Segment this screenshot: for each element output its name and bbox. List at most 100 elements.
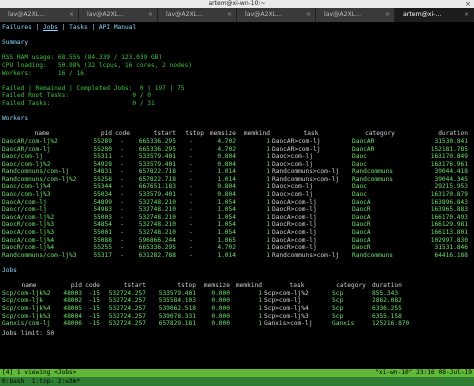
window-list[interactable]: 0:bash 1:top- 2:w3m*: [0, 377, 474, 386]
table-cell: 533579.401: [138, 153, 176, 161]
table-cell: 1: [266, 145, 270, 153]
close-icon[interactable]: ×: [465, 0, 471, 8]
table-row[interactable]: Ganxis/com-lj 48006 -15 532724.257 657829.18…: [2, 320, 470, 328]
col-header: memkind: [243, 130, 270, 138]
table-cell: 4.702: [217, 137, 236, 145]
tab-4[interactable]: lav@A2XL... ×: [237, 8, 316, 22]
table-row[interactable]: DaocA/com-lj%2 55003-532748.210-1.054 1 Dao…: [2, 214, 470, 222]
tab-6-active[interactable]: artem@xi-... ×: [395, 8, 474, 22]
table-cell: DaocAR/com-lj%2: [2, 137, 58, 145]
table-cell: Ganxis/com-lj: [2, 320, 51, 328]
table-cell: 6336.255: [372, 304, 402, 312]
table-cell: 657822.718: [138, 175, 176, 183]
table-row[interactable]: DaocA/com-lj%3 55001-532748.210-1.054 1 Dao…: [2, 229, 470, 237]
table-cell: Scp: [332, 304, 344, 312]
table-cell: -: [189, 160, 193, 168]
col-header: duration: [438, 130, 468, 138]
table-cell: -: [120, 213, 124, 221]
table-cell: Randcommuns>com-lj: [272, 251, 340, 259]
table-cell: 0.000: [211, 304, 230, 312]
table-cell: 152181.785: [430, 145, 468, 153]
table-cell: 532748.210: [138, 213, 176, 221]
tab-close-icon[interactable]: ×: [69, 8, 74, 22]
table-cell: -: [189, 153, 193, 161]
table-cell: 54928: [93, 160, 112, 168]
table-row[interactable]: Scp/com-ljk%4 48005 -15 532724.257 539062.51…: [2, 305, 470, 313]
nav-link-failures[interactable]: Failures: [2, 24, 32, 31]
table-cell: 533579.401: [138, 160, 176, 168]
table-row[interactable]: Daoc/com-lj 55311-533579.401-0.804 1 Daoc>c…: [2, 153, 470, 161]
table-cell: 48006: [63, 320, 82, 328]
table-cell: 163170.849: [430, 153, 468, 161]
table-cell: 665336.295: [138, 145, 176, 153]
table-cell: Scp>com-lj%3: [264, 312, 309, 320]
tab-label: lav@A2XL...: [8, 11, 46, 18]
table-row[interactable]: Randcommuns/com-lj%3 55317-631282.788-1.0…: [2, 252, 470, 260]
table-row[interactable]: Daocr/com-lj 54983-532748.210-1.054 1 DaocR…: [2, 206, 470, 214]
table-cell: Daoc>com-lj: [272, 160, 313, 168]
tab-1[interactable]: lav@A2XL... ×: [0, 8, 79, 22]
tab-2[interactable]: lav@A2XL... ×: [79, 8, 158, 22]
table-cell: -: [120, 145, 124, 153]
table-row[interactable]: Daoc/com-lj%2 54928-533579.401-0.804 1 Daoc…: [2, 161, 470, 169]
table-row[interactable]: DaocR/com-lj%4 55255-665336.295-4.702 1 Dao…: [2, 244, 470, 252]
jobs-heading: Jobs: [2, 267, 17, 274]
table-cell: 657829.181: [158, 320, 196, 328]
tab-close-icon[interactable]: ×: [306, 8, 311, 22]
table-cell: 1.054: [217, 221, 236, 229]
table-cell: Daoc: [352, 153, 367, 161]
table-cell: DaocR: [352, 221, 371, 229]
table-row[interactable]: Scp/com-ljk%2 48003 -15 532724.257 533579.40…: [2, 290, 470, 298]
table-cell: 539062.518: [158, 304, 196, 312]
table-cell: Scp: [332, 289, 344, 297]
table-cell: 1: [266, 191, 270, 199]
table-row[interactable]: Randcomnuns/com-lj%2 55258-657822.718-1.0…: [2, 176, 470, 184]
table-cell: Scp/com-ljk: [2, 297, 43, 305]
table-cell: 0.804: [217, 153, 236, 161]
table-cell: 1.065: [217, 236, 236, 244]
table-cell: Daoc: [352, 183, 367, 191]
nav-link-jobs[interactable]: Jobs: [43, 24, 58, 31]
tab-label: lav@A2XL...: [166, 11, 204, 18]
tab-close-icon[interactable]: ×: [464, 8, 469, 22]
table-row[interactable]: Scp/com-ljk%3 48004 -15 532724.257 539078.33…: [2, 313, 470, 321]
col-header: pid: [100, 130, 112, 138]
table-cell: Scp>com-lj%4: [264, 304, 309, 312]
tab-close-icon[interactable]: ×: [385, 8, 390, 22]
table-cell: 667651.183: [138, 183, 176, 191]
table-row[interactable]: Randcomnuns/com-lj 54831-657822.718-1.014…: [2, 168, 470, 176]
table-cell: Daoc/com-lj%2: [2, 160, 51, 168]
table-row[interactable]: DaocA/com-lj 54899-532748.210-1.054 1 DaocA…: [2, 199, 470, 207]
workers-table: name pid code tstart tstop memsize memki…: [2, 130, 470, 259]
table-cell: 0.000: [211, 312, 230, 320]
table-cell: 0.804: [217, 183, 236, 191]
nav-link-api-manual[interactable]: API Manual: [99, 24, 136, 31]
tab-close-icon[interactable]: ×: [227, 8, 232, 22]
tab-close-icon[interactable]: ×: [148, 8, 153, 22]
table-cell: 4.702: [217, 244, 236, 252]
failed-remained-completed: Failed | Remained | Completed Jobs: 0 | …: [2, 84, 185, 92]
table-cell: 55001: [93, 229, 112, 237]
tab-5[interactable]: lav@A2XL... ×: [316, 8, 395, 22]
table-cell: 166129.981: [430, 221, 468, 229]
table-row[interactable]: DaocAR/com-lj 55280-665336.295-4.702 1 Daoc…: [2, 146, 470, 154]
table-row[interactable]: Daoc/com-lj%3 55034-533579.401-0.804 1 Daoc…: [2, 191, 470, 199]
nav-link-tasks[interactable]: Tasks: [69, 24, 88, 31]
table-cell: -15: [88, 320, 100, 328]
tab-3[interactable]: lav@A2XL... ×: [158, 8, 237, 22]
table-cell: 1: [266, 244, 270, 252]
table-cell: DaocR>com-lj: [272, 244, 317, 252]
table-row[interactable]: DaocAR/com-lj%2 55289-665336.295-4.702 1 Da…: [2, 138, 470, 146]
table-cell: 1: [266, 251, 270, 259]
table-cell: -: [120, 183, 124, 191]
table-cell: 48003: [63, 289, 82, 297]
table-row[interactable]: DaocA/com-lj%4 55088-596866.244-1.065 1 Dao…: [2, 237, 470, 245]
table-cell: -: [120, 221, 124, 229]
table-cell: 532724.257: [108, 320, 146, 328]
table-cell: 596866.244: [138, 236, 176, 244]
table-cell: Scp/com-ljk%2: [2, 289, 51, 297]
table-row[interactable]: DaocR/com-lj%3 54854-532748.210-1.054 1 Dao…: [2, 221, 470, 229]
table-cell: 55289: [93, 137, 112, 145]
table-row[interactable]: Scp/com-ljk 48002 -15 532724.257 535584.103 0…: [2, 297, 470, 305]
table-row[interactable]: Daoc/com-lj%4 55344-667651.183-0.804 1 Daoc…: [2, 183, 470, 191]
